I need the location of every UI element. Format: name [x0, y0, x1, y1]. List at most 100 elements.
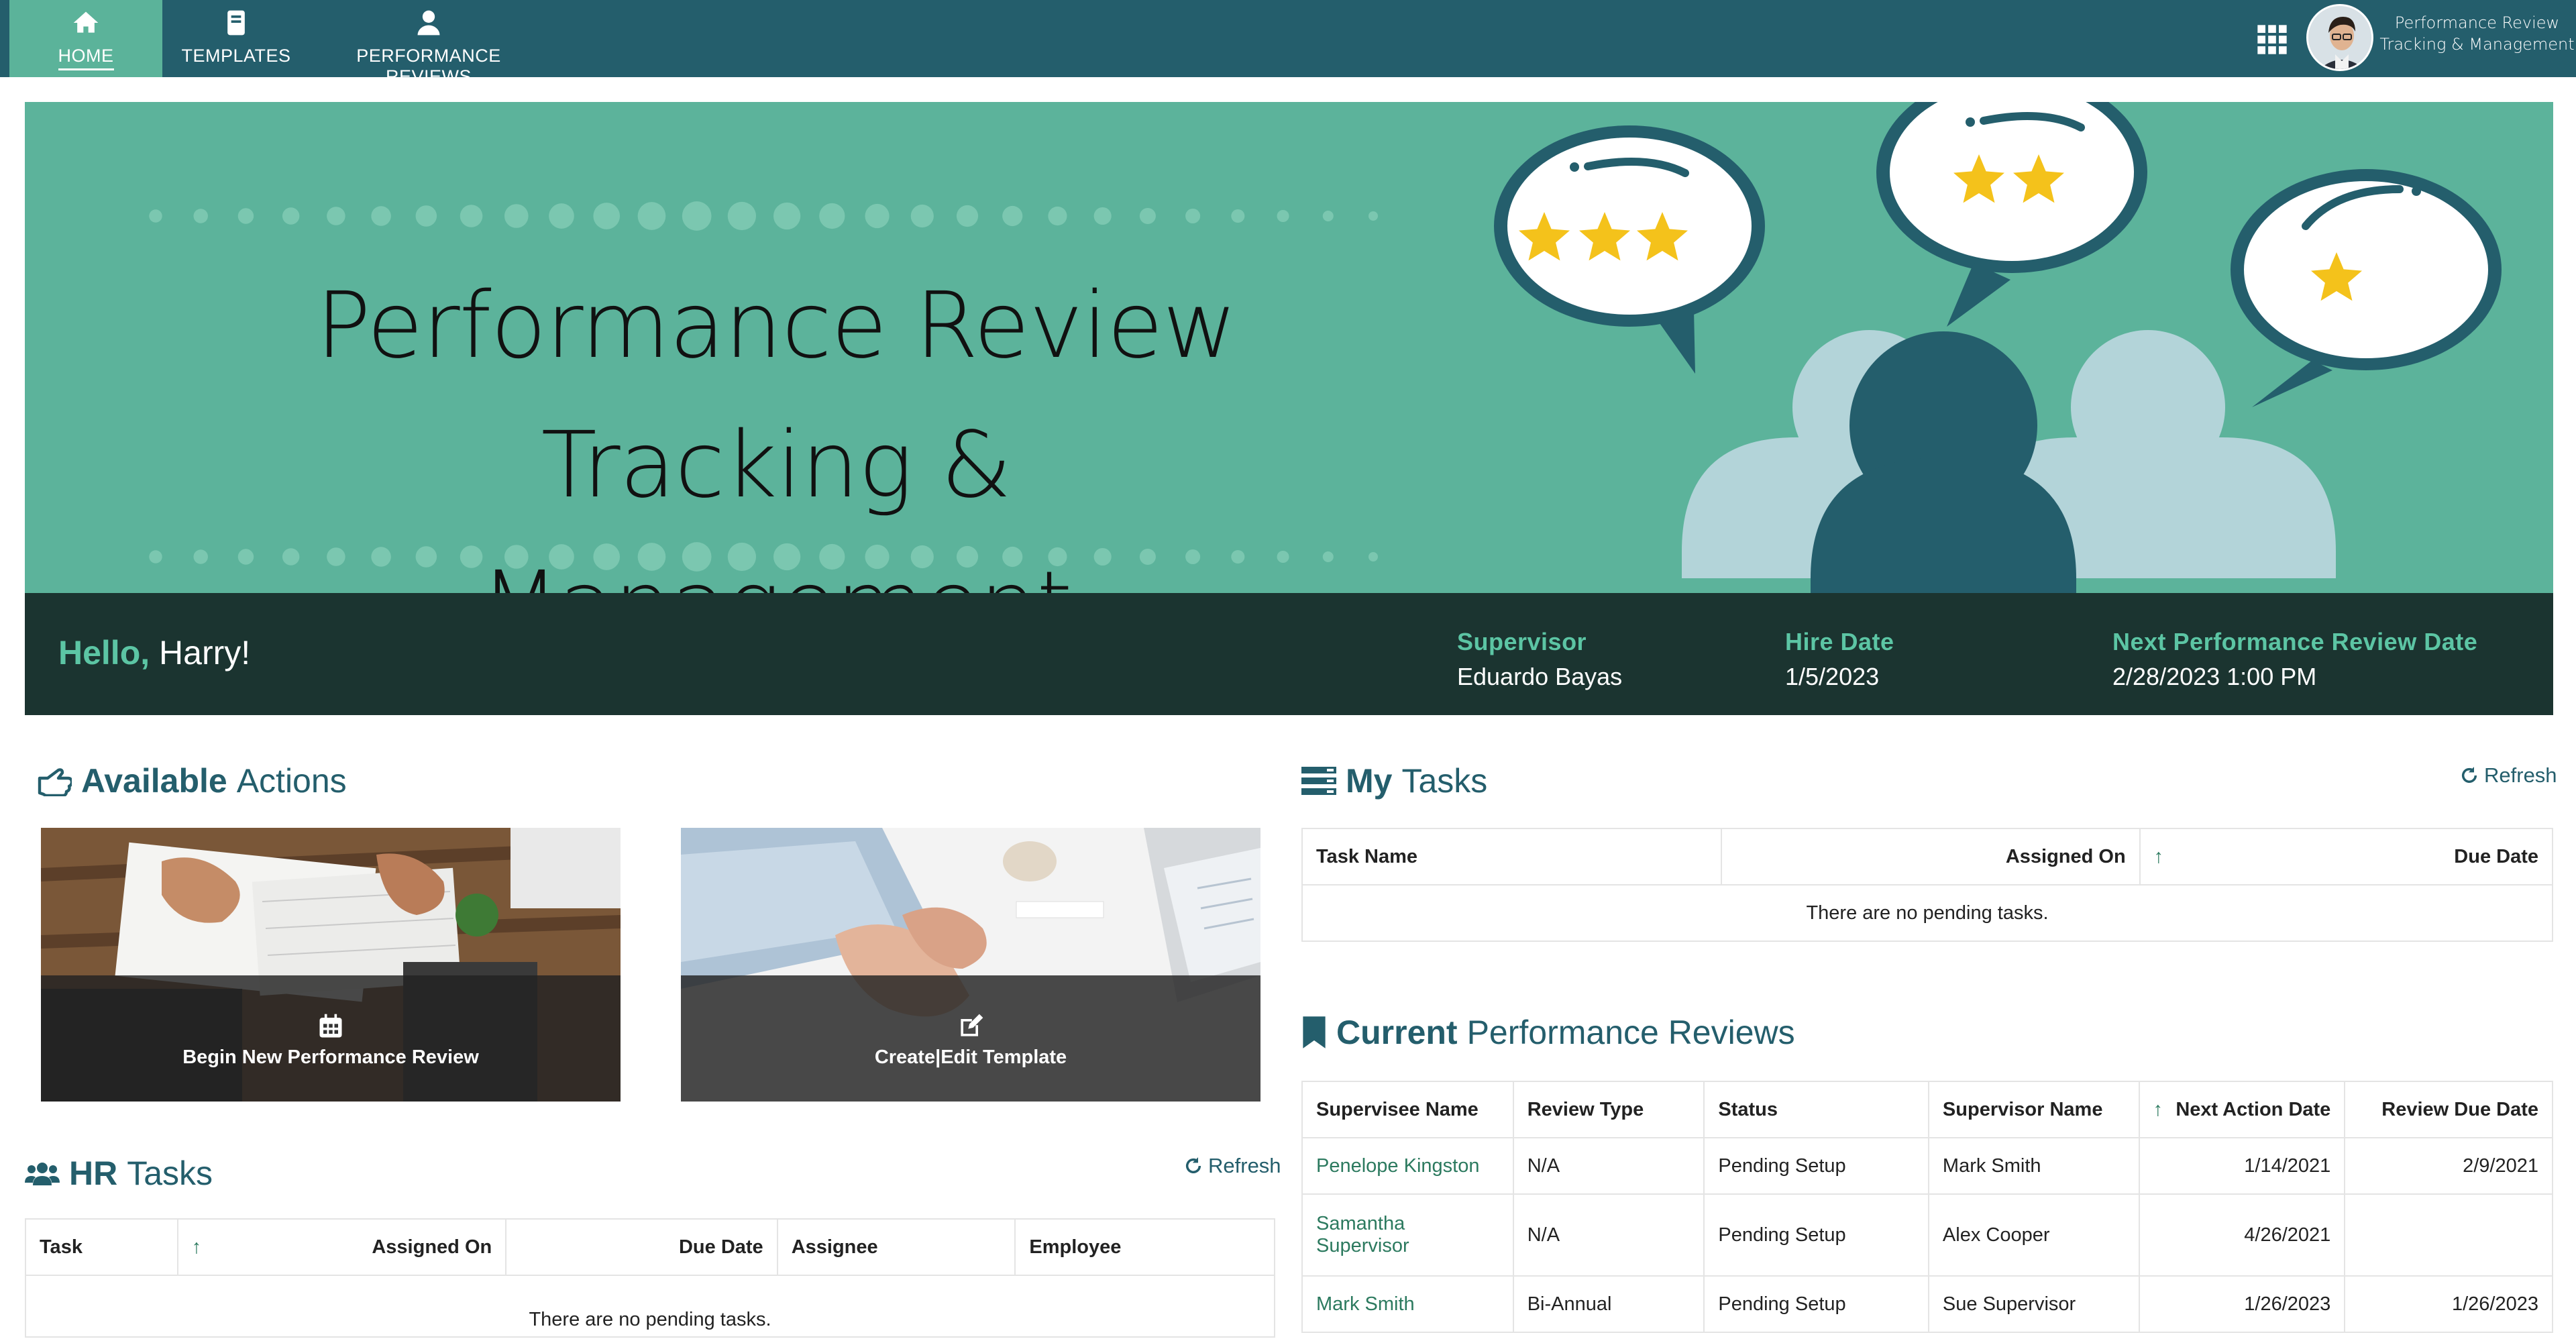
column-header-assignee[interactable]: Assignee [776, 1218, 1016, 1276]
my-tasks-empty-row: There are no pending tasks. [1301, 884, 2553, 942]
column-header-assigned-on-label: Assigned On [2005, 845, 2126, 867]
greeting-prefix: Hello, [58, 634, 150, 672]
nav-templates[interactable]: TEMPLATES [176, 0, 297, 77]
available-actions-title-bold: Available [81, 762, 227, 800]
current-reviews-title-bold: Current [1336, 1014, 1458, 1051]
available-actions-heading: Available Actions [37, 761, 347, 800]
hr-tasks-refresh[interactable]: Refresh [1184, 1154, 1281, 1178]
column-header-status-label: Status [1718, 1098, 1778, 1120]
review-due-date-cell: 2/9/2021 [2344, 1137, 2553, 1195]
column-header-supervisor-name[interactable]: Supervisor Name [1927, 1081, 2140, 1138]
sort-asc-icon: ↑ [191, 1236, 202, 1258]
current-reviews-heading: Current Performance Reviews [1301, 1013, 1795, 1052]
column-header-task-name[interactable]: Task Name [1301, 828, 1723, 886]
column-header-next-action-date-label: Next Action Date [2176, 1098, 2331, 1120]
bookmark-icon [1303, 1016, 1326, 1049]
column-header-supervisee-name[interactable]: Supervisee Name [1301, 1081, 1514, 1138]
brand-logo-text: Performance Review Tracking & Management [2378, 12, 2576, 55]
column-header-review-due-date-label: Review Due Date [2381, 1098, 2538, 1120]
next-review-value: 2/28/2023 1:00 PM [2112, 663, 2317, 690]
begin-review-card[interactable]: Begin New Performance Review [41, 828, 621, 1102]
hr-tasks-title-bold: HR [69, 1155, 118, 1192]
hire-date-value: 1/5/2023 [1785, 663, 1880, 690]
column-header-due-date-label: Due Date [2454, 845, 2538, 867]
supervisee-link[interactable]: Mark Smith [1301, 1275, 1514, 1333]
column-header-employee[interactable]: Employee [1014, 1218, 1275, 1276]
status-cell: Pending Setup [1703, 1275, 1929, 1333]
refresh-icon [2461, 767, 2477, 784]
next-review-info: Next Performance Review Date 2/28/2023 1… [2112, 628, 2477, 691]
my-tasks-title-bold: My [1346, 762, 1393, 800]
home-icon [73, 11, 99, 33]
create-template-overlay: Create|Edit Template [681, 975, 1260, 1102]
my-tasks-refresh[interactable]: Refresh [2460, 763, 2557, 788]
nav-performance-reviews-label: PERFORMANCE REVIEWS [356, 46, 501, 87]
status-cell: Pending Setup [1703, 1137, 1929, 1195]
next-action-date-cell: 1/14/2021 [2138, 1137, 2346, 1195]
hr-tasks-header-row: Task ↑ Assigned On Due Date Assignee Emp… [25, 1218, 1275, 1276]
hr-tasks-title-rest: Tasks [127, 1155, 213, 1192]
grid-icon[interactable] [2255, 23, 2289, 56]
column-header-task-label: Task [40, 1236, 83, 1258]
avatar[interactable] [2306, 4, 2373, 71]
create-edit-template-card[interactable]: Create|Edit Template [681, 828, 1260, 1102]
hr-tasks-empty-row: There are no pending tasks. [25, 1275, 1275, 1338]
my-tasks-header-row: Task Name Assigned On ↑ Due Date [1301, 828, 2554, 886]
sort-asc-icon: ↑ [2153, 1098, 2163, 1120]
supervisee-name-line-2: Supervisor [1316, 1235, 1409, 1256]
column-header-employee-label: Employee [1029, 1236, 1122, 1258]
table-row[interactable]: Samantha Supervisor N/A Pending Setup Al… [1301, 1193, 2553, 1277]
supervisor-cell: Mark Smith [1927, 1137, 2140, 1195]
hire-date-label: Hire Date [1785, 628, 1894, 655]
users-icon [25, 1163, 60, 1185]
review-type-cell: N/A [1512, 1193, 1705, 1277]
empty-message: There are no pending tasks. [1301, 884, 2553, 942]
begin-review-label: Begin New Performance Review [182, 1047, 479, 1068]
people-feedback-illustration [1494, 102, 2502, 593]
hr-tasks-table: Task ↑ Assigned On Due Date Assignee Emp… [25, 1218, 1275, 1338]
greeting-name: Harry! [159, 634, 251, 672]
supervisee-link[interactable]: Penelope Kingston [1301, 1137, 1514, 1195]
current-reviews-table: Supervisee Name Review Type Status Super… [1301, 1081, 2553, 1333]
book-icon [227, 10, 245, 36]
review-type-cell: N/A [1512, 1137, 1705, 1195]
column-header-next-action-date[interactable]: ↑ Next Action Date [2138, 1081, 2346, 1138]
hand-pointer-icon [38, 768, 72, 796]
nav-templates-label: TEMPLATES [181, 46, 291, 66]
hire-date-info: Hire Date 1/5/2023 [1785, 628, 1894, 691]
nav-home-label: HOME [58, 46, 114, 70]
top-nav-bar: HOME TEMPLATES PERFORMANCE REVIEWS Perfo… [0, 0, 2576, 87]
reviews-header-row: Supervisee Name Review Type Status Super… [1301, 1081, 2553, 1138]
column-header-due-date-label: Due Date [678, 1236, 763, 1258]
table-row[interactable]: Mark Smith Bi-Annual Pending Setup Sue S… [1301, 1275, 2553, 1333]
supervisee-link[interactable]: Samantha Supervisor [1301, 1193, 1514, 1277]
user-icon [417, 10, 440, 36]
column-header-due-date[interactable]: ↑ Due Date [2139, 828, 2554, 886]
available-actions-title-rest: Actions [236, 762, 347, 800]
next-action-date-cell: 4/26/2021 [2138, 1193, 2346, 1277]
next-review-label: Next Performance Review Date [2112, 628, 2478, 655]
next-action-date-cell: 1/26/2023 [2138, 1275, 2346, 1333]
table-row[interactable]: Penelope Kingston N/A Pending Setup Mark… [1301, 1137, 2553, 1195]
greeting: Hello, Harry! [58, 633, 250, 672]
nav-home[interactable]: HOME [9, 0, 162, 77]
nav-performance-reviews[interactable]: PERFORMANCE REVIEWS [318, 0, 539, 87]
column-header-assigned-on[interactable]: Assigned On [1721, 828, 2141, 886]
supervisee-name-line-1: Samantha [1316, 1213, 1405, 1234]
supervisor-info: Supervisor Eduardo Bayas [1457, 628, 1622, 691]
column-header-review-type[interactable]: Review Type [1512, 1081, 1705, 1138]
create-template-label: Create|Edit Template [874, 1047, 1067, 1068]
column-header-assignee-label: Assignee [791, 1236, 878, 1258]
column-header-assigned-on[interactable]: ↑ Assigned On [176, 1218, 507, 1276]
column-header-due-date[interactable]: Due Date [505, 1218, 778, 1276]
hr-tasks-heading: HR Tasks [25, 1154, 213, 1193]
column-header-supervisee-name-label: Supervisee Name [1316, 1098, 1479, 1120]
welcome-bar: Hello, Harry! Supervisor Eduardo Bayas H… [25, 593, 2553, 715]
column-header-review-due-date[interactable]: Review Due Date [2344, 1081, 2553, 1138]
begin-review-overlay: Begin New Performance Review [41, 975, 621, 1102]
my-tasks-table: Task Name Assigned On ↑ Due Date There a… [1301, 828, 2554, 942]
column-header-task[interactable]: Task [25, 1218, 178, 1276]
column-header-supervisor-name-label: Supervisor Name [1942, 1098, 2103, 1120]
edit-icon [961, 1014, 983, 1036]
column-header-status[interactable]: Status [1703, 1081, 1929, 1138]
